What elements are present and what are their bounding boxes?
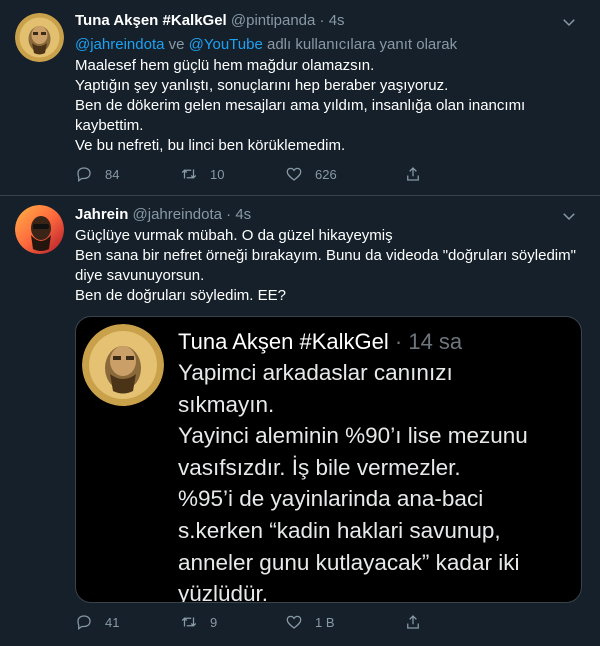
tweet-text-line: diye savunuyorsun. (75, 267, 205, 284)
retweet-icon (181, 169, 197, 179)
tweet[interactable]: Jahrein @jahreindota · 4s Güçlüye vurmak… (0, 196, 600, 646)
quoted-text-line: %95’i de yayinlarinda ana-baci (178, 486, 484, 512)
avatar[interactable] (15, 205, 64, 254)
tweet-header: Jahrein @jahreindota · 4s (75, 205, 251, 225)
quoted-author-name: Tuna Akşen #KalkGel (178, 329, 389, 354)
quoted-timestamp: · 14 sa (394, 329, 463, 354)
quoted-avatar (82, 324, 164, 406)
tweet-text: Güçlüye vurmak mübah. O da güzel hikayey… (75, 226, 582, 306)
quoted-text-line: anneler gunu kutlayacak” kadar iki (178, 549, 520, 575)
share-icon (407, 615, 419, 629)
tweet-text-line: Maalesef hem güçlü hem mağdur olamazsın. (75, 57, 375, 74)
separator-dot: · (319, 12, 325, 29)
heart-icon (286, 615, 302, 629)
separator-dot: · (226, 206, 232, 223)
heart-icon (286, 167, 302, 181)
like-count: 626 (315, 166, 337, 182)
tweet-actions: 84 10 626 (75, 164, 515, 184)
quoted-text-line: sıkmayın. (178, 391, 275, 417)
share-button[interactable] (404, 164, 444, 184)
reply-suffix: adlı kullanıcılara yanıt olarak (267, 36, 458, 53)
like-button[interactable]: 626 (285, 164, 390, 184)
like-count: 1 B (315, 614, 335, 630)
reply-count: 84 (105, 166, 120, 182)
quoted-header: Tuna Akşen #KalkGel · 14 sa (178, 327, 462, 357)
replying-to: @jahreindota ve @YouTube adlı kullanıcıl… (75, 35, 457, 55)
mention-link[interactable]: @YouTube (189, 36, 263, 53)
author-name[interactable]: Jahrein (75, 206, 128, 223)
tweet-text: Maalesef hem güçlü hem mağdur olamazsın.… (75, 56, 582, 156)
tweet-text-line: Ben sana bir nefret örneği bırakayım. Bu… (75, 247, 576, 264)
quoted-avatar-image (82, 324, 164, 406)
avatar-image (15, 13, 64, 62)
reply-button[interactable]: 41 (75, 612, 180, 632)
reply-button[interactable]: 84 (75, 164, 180, 184)
tweet-actions: 41 9 1 B (75, 612, 515, 632)
author-handle[interactable]: @pintipanda (231, 12, 315, 29)
reply-conjunction: ve (168, 36, 185, 53)
share-icon (407, 167, 419, 181)
quoted-text-line: yüzlüdür. (178, 581, 269, 603)
retweet-button[interactable]: 10 (180, 164, 285, 184)
retweet-count: 10 (210, 166, 225, 182)
tweet[interactable]: Tuna Akşen #KalkGel @pintipanda · 4s @ja… (0, 0, 600, 194)
quoted-text-line: Yayinci aleminin %90’ı lise mezunu (178, 423, 528, 449)
like-button[interactable]: 1 B (285, 612, 390, 632)
tweet-text-line: Ve bu nefreti, bu linci ben körüklemedim… (75, 137, 346, 154)
timestamp[interactable]: 4s (329, 12, 345, 29)
quoted-text-line: Yapimci arkadaslar canınızı (178, 360, 453, 385)
author-name[interactable]: Tuna Akşen #KalkGel (75, 12, 227, 29)
quoted-text-line: vasıfsızdır. İş bile vermezler. (178, 454, 461, 480)
tweet-text-line: Ben de doğruları söyledim. EE? (75, 287, 286, 304)
quoted-text-line: s.kerken “kadin haklari savunup, (178, 517, 501, 543)
author-handle[interactable]: @jahreindota (133, 206, 222, 223)
chevron-down-icon[interactable] (560, 207, 578, 225)
tweet-text-line: Güçlüye vurmak mübah. O da güzel hikayey… (75, 227, 393, 244)
tweet-text-line: kaybettim. (75, 117, 144, 134)
attached-image[interactable]: Tuna Akşen #KalkGel · 14 sa Yapimci arka… (75, 316, 582, 603)
avatar-image (15, 205, 64, 254)
timestamp[interactable]: 4s (235, 206, 251, 223)
mention-link[interactable]: @jahreindota (75, 36, 164, 53)
reply-icon (77, 615, 91, 631)
tweet-text-line: Yaptığın şey yanlıştı, sonuçlarını hep b… (75, 77, 449, 94)
chevron-down-icon[interactable] (560, 13, 578, 31)
tweet-text-line: Ben de dökerim gelen mesajları ama yıldı… (75, 97, 526, 114)
reply-count: 41 (105, 614, 120, 630)
share-button[interactable] (404, 612, 444, 632)
reply-icon (77, 167, 91, 183)
avatar[interactable] (15, 13, 64, 62)
quoted-text: Yapimci arkadaslar canınızı sıkmayın. Ya… (178, 357, 528, 603)
retweet-count: 9 (210, 614, 218, 630)
tweet-header: Tuna Akşen #KalkGel @pintipanda · 4s (75, 11, 345, 31)
retweet-button[interactable]: 9 (180, 612, 285, 632)
retweet-icon (181, 617, 197, 627)
